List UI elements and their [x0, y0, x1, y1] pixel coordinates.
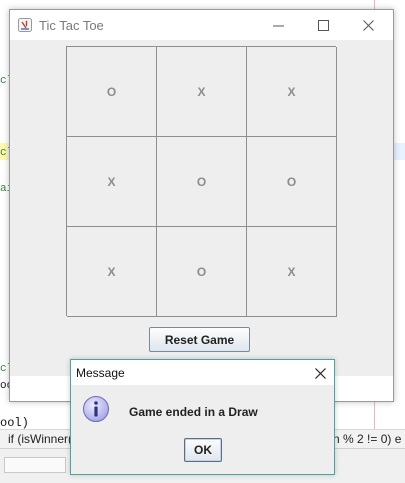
- close-icon: [363, 19, 374, 31]
- board-cell-r1c2[interactable]: X: [157, 47, 247, 137]
- board-cell-r2c2[interactable]: O: [157, 137, 247, 227]
- dialog-message: Game ended in a Draw: [129, 405, 258, 419]
- board-cell-r2c3[interactable]: O: [247, 137, 337, 227]
- dialog-close-button[interactable]: [307, 361, 333, 385]
- ok-button[interactable]: OK: [184, 438, 222, 462]
- minimize-icon: [273, 25, 284, 26]
- reset-game-button[interactable]: Reset Game: [149, 327, 250, 352]
- maximize-icon: [318, 19, 329, 31]
- maximize-button[interactable]: [301, 10, 346, 40]
- dialog-title: Message: [76, 366, 125, 380]
- code-text-left: if (isWinner(x: [8, 432, 79, 446]
- dialog-titlebar[interactable]: Message: [71, 360, 334, 385]
- code-line: ool): [0, 416, 29, 430]
- info-icon: [83, 396, 109, 422]
- close-icon: [314, 367, 326, 379]
- editor-panel-control[interactable]: [4, 457, 66, 473]
- code-text-right: rn % 2 != 0) e: [329, 432, 402, 446]
- board-cell-r3c3[interactable]: X: [247, 227, 337, 317]
- close-button[interactable]: [346, 10, 391, 40]
- board-cell-r1c3[interactable]: X: [247, 47, 337, 137]
- window-titlebar[interactable]: Tic Tac Toe: [10, 10, 393, 40]
- minimize-button[interactable]: [256, 10, 301, 40]
- tic-tac-toe-window: Tic Tac Toe O X X X O O X O X Reset Game: [9, 9, 394, 402]
- board-cell-r3c2[interactable]: O: [157, 227, 247, 317]
- board-cell-r2c1[interactable]: X: [67, 137, 157, 227]
- java-app-icon: [18, 18, 32, 32]
- board-cell-r3c1[interactable]: X: [67, 227, 157, 317]
- message-dialog: Message Game ended in a Draw OK: [70, 359, 335, 475]
- board-cell-r1c1[interactable]: O: [67, 47, 157, 137]
- game-board: O X X X O O X O X: [66, 46, 337, 317]
- window-title: Tic Tac Toe: [39, 18, 104, 33]
